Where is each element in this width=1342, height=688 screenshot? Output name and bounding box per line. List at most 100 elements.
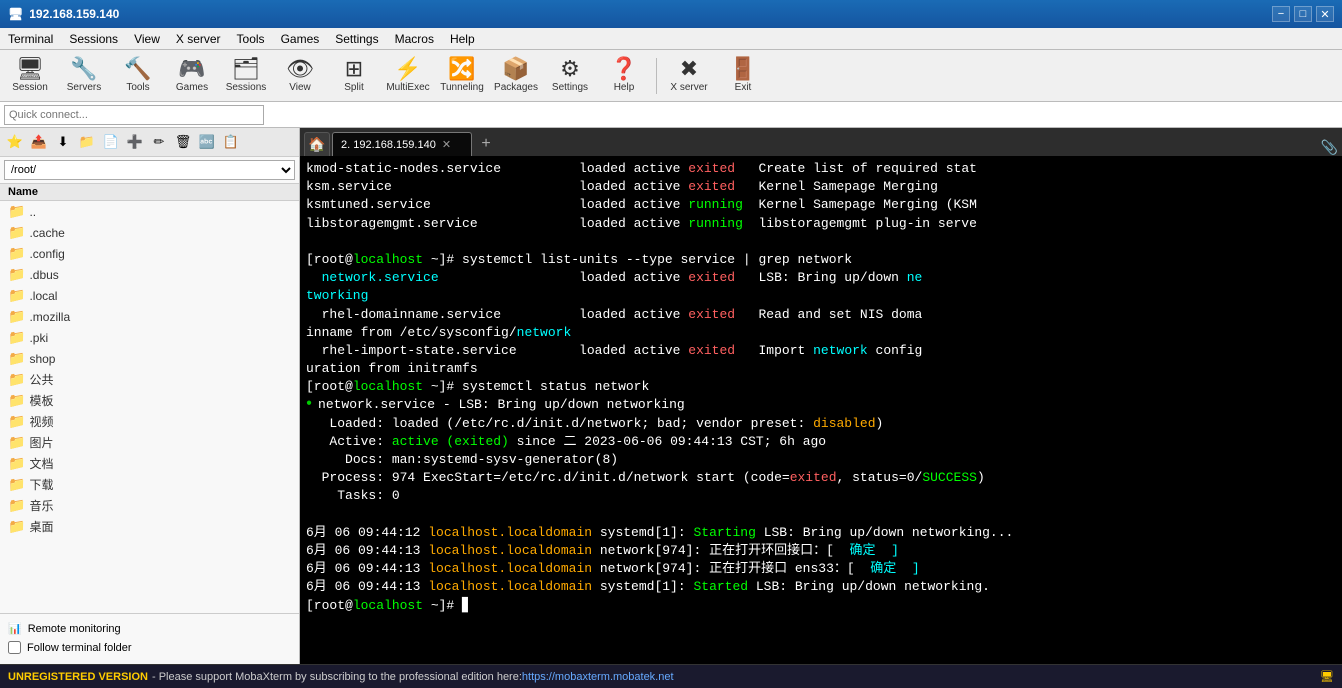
- sidebar-tb-file[interactable]: 📄: [100, 131, 122, 153]
- settings-icon: ⚙: [560, 58, 580, 80]
- file-item[interactable]: 📁shop: [0, 348, 299, 369]
- tab-home-button[interactable]: 🏠: [304, 132, 330, 156]
- toolbar-btn-settings[interactable]: ⚙Settings: [544, 53, 596, 99]
- terminal-line: [306, 233, 1336, 251]
- file-item[interactable]: 📁.pki: [0, 327, 299, 348]
- file-item[interactable]: 📁模板: [0, 390, 299, 411]
- toolbar-btn-multiexec[interactable]: ⚡MultiExec: [382, 53, 434, 99]
- terminal-line: tworking: [306, 287, 1336, 305]
- folder-icon: 📁: [8, 266, 25, 283]
- tab-item[interactable]: 2. 192.168.159.140✕: [332, 132, 472, 156]
- sidebar-tb-edit[interactable]: ✏: [148, 131, 170, 153]
- menu-item-macros[interactable]: Macros: [387, 28, 442, 49]
- terminal-line: libstoragemgmt.service loaded active run…: [306, 215, 1336, 233]
- follow-folder-checkbox[interactable]: [8, 641, 21, 654]
- folder-icon: 📁: [8, 329, 25, 346]
- status-link[interactable]: https://mobaxterm.mobatek.net: [522, 671, 674, 683]
- sidebar-tb-rename[interactable]: 🔤: [196, 131, 218, 153]
- file-item[interactable]: 📁公共: [0, 369, 299, 390]
- app-icon: 🖥: [8, 7, 23, 21]
- menu-item-x-server[interactable]: X server: [168, 28, 229, 49]
- menu-item-settings[interactable]: Settings: [327, 28, 386, 49]
- menu-item-view[interactable]: View: [126, 28, 168, 49]
- terminal-line: ksmtuned.service loaded active running K…: [306, 196, 1336, 214]
- exit-icon: 🚪: [729, 58, 756, 80]
- menu-item-sessions[interactable]: Sessions: [61, 28, 126, 49]
- file-item[interactable]: 📁.cache: [0, 222, 299, 243]
- menu-item-tools[interactable]: Tools: [229, 28, 273, 49]
- folder-icon: 📁: [8, 413, 25, 430]
- toolbar-btn-split[interactable]: ⊞Split: [328, 53, 380, 99]
- file-name: 下载: [29, 476, 53, 493]
- toolbar-btn-games[interactable]: 🎮Games: [166, 53, 218, 99]
- folder-icon: 📁: [8, 434, 25, 451]
- folder-icon: 📁: [8, 518, 25, 535]
- file-name: .mozilla: [29, 310, 70, 324]
- path-selector[interactable]: /root/: [4, 160, 295, 180]
- sidebar-tb-add[interactable]: ➕: [124, 131, 146, 153]
- x-server-icon: ✖: [680, 58, 698, 80]
- terminal-line: uration from initramfs: [306, 360, 1336, 378]
- tools-icon: 🔨: [124, 58, 151, 80]
- menu-item-games[interactable]: Games: [273, 28, 328, 49]
- file-item[interactable]: 📁..: [0, 201, 299, 222]
- toolbar-btn-help[interactable]: ❓Help: [598, 53, 650, 99]
- file-list-header: Name: [0, 184, 299, 201]
- quick-connect-input[interactable]: [4, 105, 264, 125]
- file-item[interactable]: 📁图片: [0, 432, 299, 453]
- add-tab-button[interactable]: +: [474, 132, 498, 156]
- toolbar-btn-session[interactable]: 🖥Session: [4, 53, 56, 99]
- file-name: 图片: [29, 434, 53, 451]
- folder-icon: 📁: [8, 455, 25, 472]
- folder-icon: 📁: [8, 308, 25, 325]
- file-item[interactable]: 📁文档: [0, 453, 299, 474]
- remote-monitoring-row[interactable]: 📊 Remote monitoring: [8, 620, 291, 637]
- file-item[interactable]: 📁桌面: [0, 516, 299, 537]
- toolbar-btn-view[interactable]: 👁View: [274, 53, 326, 99]
- menu-bar: TerminalSessionsViewX serverToolsGamesSe…: [0, 28, 1342, 50]
- file-item[interactable]: 📁.local: [0, 285, 299, 306]
- sidebar-tb-clipboard[interactable]: 📋: [220, 131, 242, 153]
- file-item[interactable]: 📁视频: [0, 411, 299, 432]
- file-name: 视频: [29, 413, 53, 430]
- menu-item-terminal[interactable]: Terminal: [0, 28, 61, 49]
- terminal[interactable]: kmod-static-nodes.service loaded active …: [300, 156, 1342, 664]
- file-name: .local: [29, 289, 57, 303]
- file-item[interactable]: 📁音乐: [0, 495, 299, 516]
- toolbar-btn-tools[interactable]: 🔨Tools: [112, 53, 164, 99]
- file-list: 📁..📁.cache📁.config📁.dbus📁.local📁.mozilla…: [0, 201, 299, 537]
- sidebar-tb-delete[interactable]: 🗑: [172, 131, 194, 153]
- tab-close-button[interactable]: ✕: [442, 138, 451, 151]
- minimize-button[interactable]: −: [1272, 6, 1290, 22]
- file-item[interactable]: 📁.config: [0, 243, 299, 264]
- status-right-icon: 🖥: [1320, 670, 1334, 683]
- maximize-button[interactable]: □: [1294, 6, 1312, 22]
- close-button[interactable]: ✕: [1316, 6, 1334, 22]
- toolbar-separator: [656, 58, 657, 94]
- file-item[interactable]: 📁 .mozilla: [0, 306, 299, 327]
- terminal-line: 6月 06 09:44:13 localhost.localdomain net…: [306, 560, 1336, 578]
- toolbar-btn-packages[interactable]: 📦Packages: [490, 53, 542, 99]
- folder-icon: 📁: [8, 245, 25, 262]
- terminal-line: [root@localhost ~]# ▊: [306, 597, 1336, 615]
- file-name: .cache: [29, 226, 64, 240]
- tunneling-icon: 🔀: [448, 58, 475, 80]
- menu-item-help[interactable]: Help: [442, 28, 483, 49]
- home-icon: 🏠: [308, 136, 325, 153]
- file-name: 文档: [29, 455, 53, 472]
- sidebar-tb-download[interactable]: ⬇: [52, 131, 74, 153]
- sidebar-tb-star[interactable]: ⭐: [4, 131, 26, 153]
- toolbar-btn-x-server[interactable]: ✖X server: [663, 53, 715, 99]
- sidebar-tb-upload[interactable]: 📤: [28, 131, 50, 153]
- sidebar-tb-folder[interactable]: 📁: [76, 131, 98, 153]
- file-item[interactable]: 📁.dbus: [0, 264, 299, 285]
- follow-folder-label: Follow terminal folder: [27, 642, 132, 654]
- toolbar-btn-tunneling[interactable]: 🔀Tunneling: [436, 53, 488, 99]
- toolbar-btn-servers[interactable]: 🔧Servers: [58, 53, 110, 99]
- file-item[interactable]: 📁下载: [0, 474, 299, 495]
- session-icon: 🖥: [16, 58, 44, 80]
- terminal-line: Active: active (exited) since 二 2023-06-…: [306, 433, 1336, 451]
- toolbar-btn-exit[interactable]: 🚪Exit: [717, 53, 769, 99]
- sidebar-bottom: 📊 Remote monitoring Follow terminal fold…: [0, 613, 299, 664]
- toolbar-btn-sessions[interactable]: 🗂Sessions: [220, 53, 272, 99]
